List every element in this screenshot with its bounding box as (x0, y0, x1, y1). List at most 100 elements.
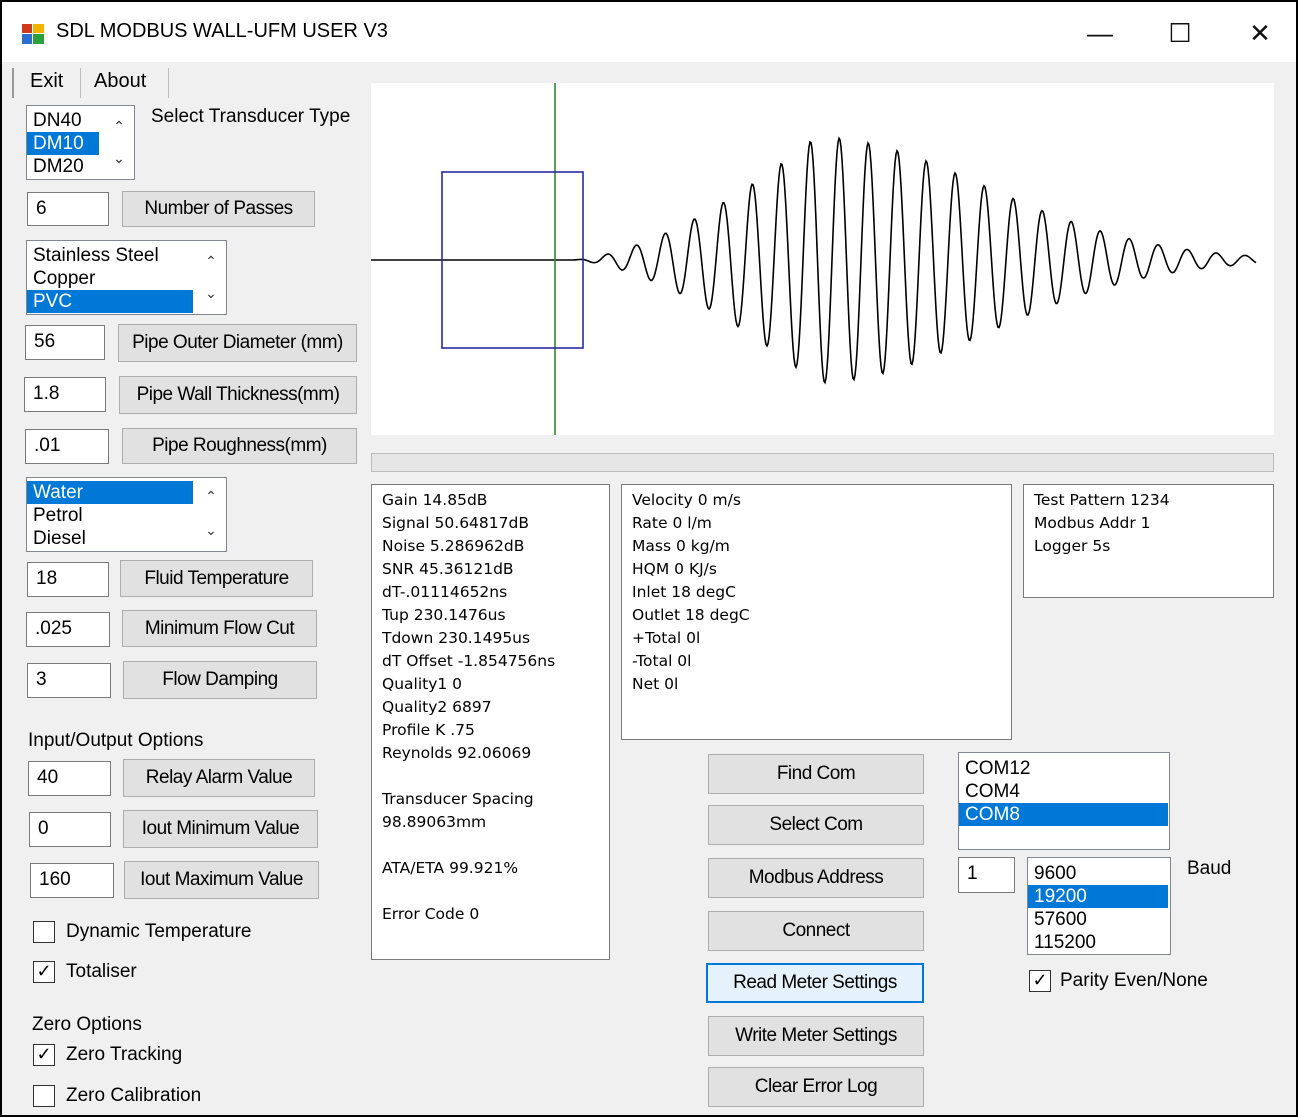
connect-button[interactable]: Connect (708, 911, 924, 951)
relay-alarm-input[interactable]: 40 (28, 761, 111, 796)
signal-line: Quality1 0 (382, 675, 463, 693)
signal-line: Transducer Spacing (382, 790, 534, 808)
relay-alarm-button[interactable]: Relay Alarm Value (123, 759, 315, 797)
flow-line: HQM 0 KJ/s (632, 560, 717, 578)
list-item[interactable]: Stainless Steel (27, 244, 193, 267)
iout-min-input[interactable]: 0 (29, 812, 111, 847)
wall-thickness-input[interactable]: 1.8 (24, 377, 106, 412)
fluid-temperature-input[interactable]: 18 (27, 562, 109, 597)
scrollbar[interactable]: ⌃ ⌄ (104, 106, 134, 179)
scrollbar[interactable]: ⌃ ⌄ (196, 478, 226, 551)
flow-damping-input[interactable]: 3 (27, 663, 111, 698)
list-item[interactable]: COM12 (959, 757, 1168, 780)
list-item[interactable]: 115200 (1028, 931, 1168, 954)
read-meter-settings-button[interactable]: Read Meter Settings (706, 963, 924, 1003)
menu-exit[interactable]: Exit (30, 70, 63, 93)
parity-checkbox[interactable]: ✓ (1029, 970, 1051, 992)
fluid-type-list[interactable]: Water Petrol Diesel ⌃ ⌄ (26, 477, 227, 552)
totaliser-label[interactable]: Totaliser (66, 961, 137, 983)
list-item[interactable]: Diesel (27, 527, 193, 550)
list-item-selected[interactable]: 19200 (1028, 885, 1168, 908)
totaliser-checkbox[interactable]: ✓ (33, 961, 55, 983)
parity-label[interactable]: Parity Even/None (1060, 970, 1208, 992)
list-item-selected[interactable]: DM10 (27, 132, 99, 155)
modbus-address-button[interactable]: Modbus Address (708, 858, 924, 898)
flow-line: Velocity 0 m/s (632, 491, 741, 509)
waveform-display[interactable] (371, 83, 1274, 435)
pipe-material-list[interactable]: Stainless Steel Copper PVC ⌃ ⌄ (26, 240, 227, 315)
transducer-type-list[interactable]: DN40 DM10 DM20 ⌃ ⌄ (26, 105, 135, 180)
flow-damping-button[interactable]: Flow Damping (123, 661, 317, 699)
chevron-down-icon[interactable]: ⌄ (201, 522, 221, 540)
chevron-down-icon[interactable]: ⌄ (201, 285, 221, 303)
roughness-input[interactable]: .01 (25, 429, 109, 464)
flow-line: -Total 0l (632, 652, 692, 670)
pipe-roughness-button[interactable]: Pipe Roughness(mm) (122, 428, 357, 464)
find-com-button[interactable]: Find Com (708, 754, 924, 794)
minimum-flow-cut-button[interactable]: Minimum Flow Cut (122, 610, 317, 647)
chevron-down-icon[interactable]: ⌄ (109, 150, 129, 168)
flow-line: Outlet 18 degC (632, 606, 750, 624)
list-item[interactable]: Copper (27, 267, 193, 290)
menu-separator (168, 68, 169, 98)
fluid-temperature-button[interactable]: Fluid Temperature (120, 560, 313, 597)
progress-bar (371, 453, 1274, 472)
zero-tracking-checkbox[interactable]: ✓ (33, 1044, 55, 1066)
menu-about[interactable]: About (94, 70, 146, 93)
list-item[interactable]: DN40 (27, 109, 99, 132)
write-meter-settings-button[interactable]: Write Meter Settings (708, 1016, 924, 1056)
list-item[interactable]: Petrol (27, 504, 193, 527)
baud-label: Baud (1187, 858, 1232, 879)
outer-diameter-input[interactable]: 56 (25, 325, 105, 360)
info-line: Modbus Addr 1 (1034, 514, 1151, 532)
com-port-list[interactable]: COM12 COM4 COM8 (958, 752, 1170, 850)
chevron-up-icon[interactable]: ⌃ (109, 118, 129, 136)
dynamic-temperature-checkbox[interactable] (33, 921, 55, 943)
list-item-selected[interactable]: PVC (27, 290, 193, 313)
flow-readings-panel: Velocity 0 m/s Rate 0 l/m Mass 0 kg/m HQ… (621, 484, 1012, 740)
iout-maximum-button[interactable]: Iout Maximum Value (124, 861, 319, 899)
zero-tracking-label[interactable]: Zero Tracking (66, 1044, 182, 1066)
signal-line: Error Code 0 (382, 905, 480, 923)
list-item-selected[interactable]: Water (27, 481, 193, 504)
menu-separator (80, 68, 81, 98)
number-of-passes-button[interactable]: Number of Passes (122, 191, 315, 227)
list-item[interactable]: DM20 (27, 155, 99, 178)
signal-line: Quality2 6897 (382, 698, 492, 716)
meter-info-panel: Test Pattern 1234 Modbus Addr 1 Logger 5… (1023, 484, 1274, 598)
pipe-outer-diameter-button[interactable]: Pipe Outer Diameter (mm) (118, 324, 357, 362)
clear-error-log-button[interactable]: Clear Error Log (708, 1067, 924, 1107)
signal-line: ATA/ETA 99.921% (382, 859, 519, 877)
zero-calibration-label[interactable]: Zero Calibration (66, 1085, 201, 1107)
signal-line: Tdown 230.1495us (382, 629, 531, 647)
flow-line: Rate 0 l/m (632, 514, 712, 532)
close-button[interactable]: ✕ (1220, 10, 1298, 56)
signal-line: SNR 45.36121dB (382, 560, 514, 578)
signal-line: Gain 14.85dB (382, 491, 488, 509)
iout-max-input[interactable]: 160 (30, 863, 114, 898)
list-item[interactable]: 57600 (1028, 908, 1168, 931)
info-line: Logger 5s (1034, 537, 1111, 555)
baud-rate-list[interactable]: 9600 19200 57600 115200 (1027, 857, 1171, 955)
minimize-button[interactable]: — (1060, 10, 1140, 56)
window-title: SDL MODBUS WALL-UFM USER V3 (56, 20, 388, 42)
maximize-button[interactable]: ☐ (1140, 10, 1220, 56)
chevron-up-icon[interactable]: ⌃ (201, 253, 221, 271)
zero-options-heading: Zero Options (32, 1014, 142, 1035)
list-item-selected[interactable]: COM8 (959, 803, 1168, 826)
list-item[interactable]: 9600 (1028, 862, 1168, 885)
dynamic-temperature-label[interactable]: Dynamic Temperature (66, 921, 252, 943)
list-item[interactable]: COM4 (959, 780, 1168, 803)
signal-line: 98.89063mm (382, 813, 487, 831)
menu-grip (12, 68, 14, 98)
scrollbar[interactable]: ⌃ ⌄ (196, 241, 226, 314)
zero-calibration-checkbox[interactable] (33, 1085, 55, 1107)
select-com-button[interactable]: Select Com (708, 805, 924, 845)
chevron-up-icon[interactable]: ⌃ (201, 488, 221, 506)
pipe-wall-thickness-button[interactable]: Pipe Wall Thickness(mm) (119, 376, 357, 414)
iout-minimum-button[interactable]: Iout Minimum Value (123, 810, 318, 848)
modbus-address-input[interactable]: 1 (958, 857, 1015, 893)
min-flow-cut-input[interactable]: .025 (26, 612, 110, 647)
passes-input[interactable]: 6 (27, 192, 109, 226)
